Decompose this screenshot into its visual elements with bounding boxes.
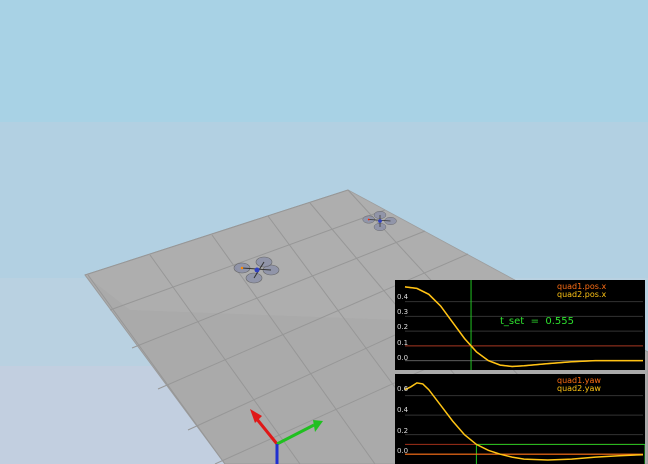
tick-label: 0.4: [397, 293, 409, 301]
tick-label: 0.0: [397, 447, 409, 455]
tick-label: 0.1: [397, 339, 409, 347]
plot-yaw: quad1.yaw quad2.yaw 0.6 0.4 0.2 0.0: [395, 374, 645, 464]
tick-label: 0.6: [397, 385, 409, 393]
t-set-value: 0.555: [545, 316, 574, 327]
tick-label: 0.2: [397, 323, 409, 331]
series-line-quad2-yaw: [404, 382, 644, 461]
plot-yaw-canvas: [404, 382, 645, 464]
t-set-annotation: t_set = 0.555: [500, 316, 574, 327]
tick-label: 0.3: [397, 308, 409, 316]
plot-yaw-legend: quad1.yaw quad2.yaw: [557, 377, 601, 393]
plot-pos-x-legend: quad1.pos.x quad2.pos.x: [557, 283, 606, 299]
legend-quad2-pos-x: quad2.pos.x: [557, 290, 607, 299]
tick-label: 0.0: [397, 354, 409, 362]
t-set-eq: =: [530, 316, 539, 327]
simulator-viewport[interactable]: quad1.pos.x quad2.pos.x t_set = 0.555 0.…: [0, 0, 648, 464]
tick-label: 0.2: [397, 427, 409, 435]
legend-quad2-yaw: quad2.yaw: [557, 384, 601, 393]
tick-label: 0.4: [397, 406, 409, 414]
plot-pos-x: quad1.pos.x quad2.pos.x t_set = 0.555 0.…: [395, 280, 645, 370]
t-set-label: t_set: [500, 316, 525, 327]
